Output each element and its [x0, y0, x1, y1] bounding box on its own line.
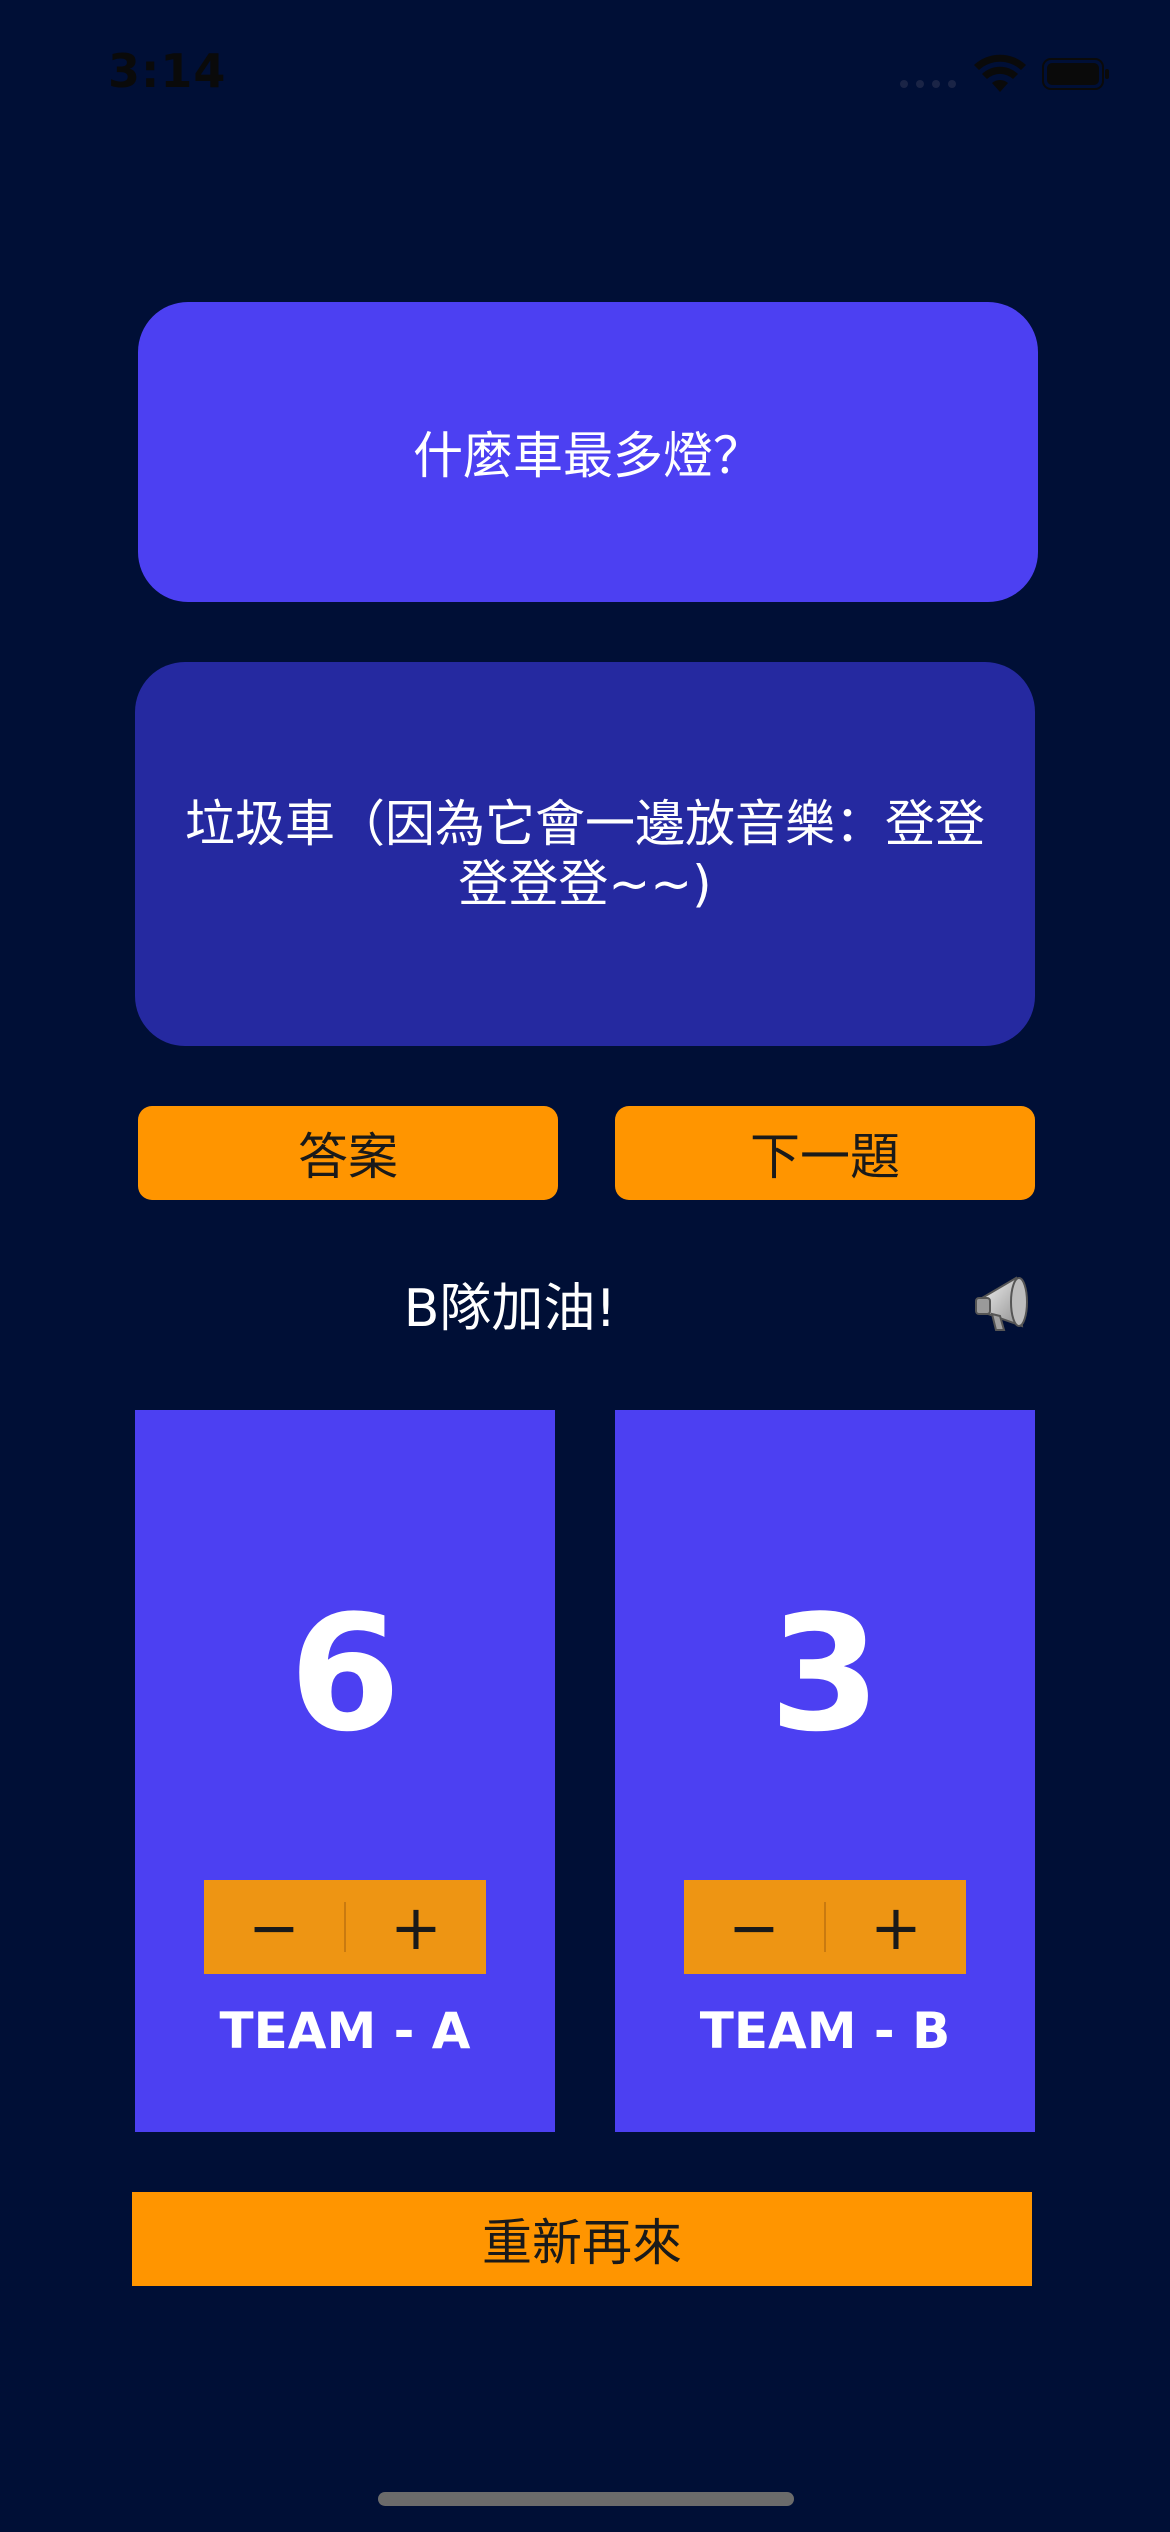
question-card: 什麼車最多燈？	[138, 302, 1038, 602]
battery-icon	[1042, 58, 1109, 90]
answer-button[interactable]: 答案	[138, 1106, 558, 1200]
megaphone-icon[interactable]	[970, 1268, 1042, 1340]
answer-card: 垃圾車（因為它會一邊放音樂：登登登登登~~)	[135, 662, 1035, 1046]
team-a-panel: 6 − + TEAM - A	[135, 1410, 555, 2132]
team-b-increment-button[interactable]: +	[826, 1880, 966, 1974]
home-indicator[interactable]	[378, 2492, 794, 2506]
signal-dots-icon	[900, 80, 956, 88]
team-a-decrement-button[interactable]: −	[204, 1880, 344, 1974]
wifi-icon	[974, 54, 1026, 92]
team-b-label: TEAM - B	[699, 2002, 951, 2060]
question-text: 什麼車最多燈？	[413, 427, 763, 485]
next-question-button[interactable]: 下一題	[615, 1106, 1035, 1200]
cheer-text: B隊加油!	[403, 1278, 617, 1339]
team-b-score: 3	[769, 1580, 881, 1767]
team-a-label: TEAM - A	[219, 2002, 471, 2060]
restart-button[interactable]: 重新再來	[132, 2192, 1032, 2286]
answer-text: 垃圾車（因為它會一邊放音樂：登登登登登~~)	[185, 795, 985, 913]
status-icons	[900, 50, 1120, 98]
team-b-stepper: − +	[684, 1880, 966, 1974]
team-b-decrement-button[interactable]: −	[684, 1880, 824, 1974]
team-b-panel: 3 − + TEAM - B	[615, 1410, 1035, 2132]
status-time: 3:14	[108, 44, 227, 98]
team-a-stepper: − +	[204, 1880, 486, 1974]
team-a-score: 6	[289, 1580, 401, 1767]
team-a-increment-button[interactable]: +	[346, 1880, 486, 1974]
